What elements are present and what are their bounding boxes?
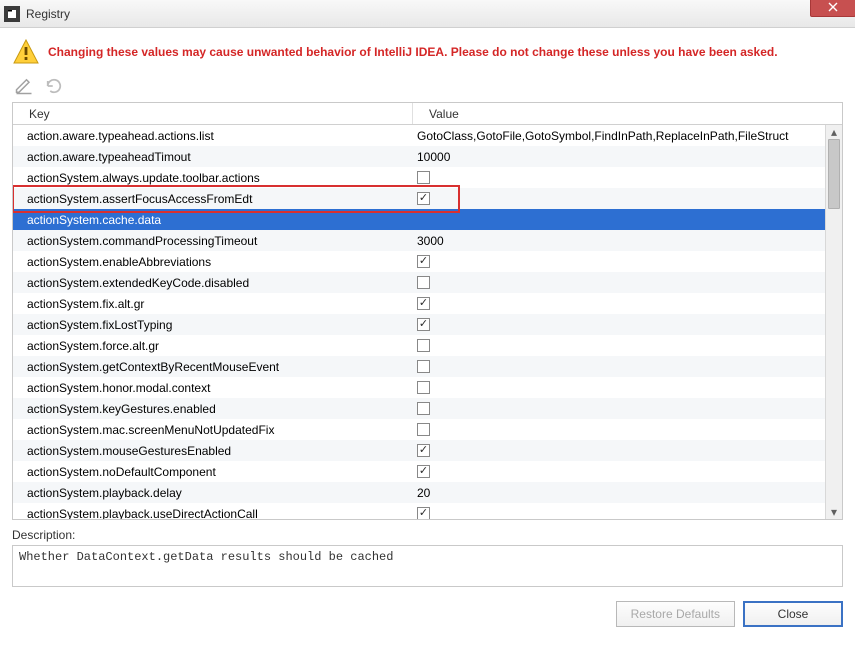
checkbox[interactable] [417,507,430,519]
table-row[interactable]: actionSystem.fixLostTyping [13,314,842,335]
column-key[interactable]: Key [13,103,413,124]
window-title: Registry [26,7,70,21]
scroll-up-icon[interactable]: ▴ [826,125,842,139]
cell-key: action.aware.typeaheadTimout [13,150,413,164]
description-box: Whether DataContext.getData results shou… [12,545,843,587]
close-button[interactable]: Close [743,601,843,627]
registry-table: Key Value action.aware.typeahead.actions… [12,102,843,520]
table-row[interactable]: actionSystem.commandProcessingTimeout300… [13,230,842,251]
table-row[interactable]: action.aware.typeahead.actions.listGotoC… [13,125,842,146]
cell-key: actionSystem.mac.screenMenuNotUpdatedFix [13,423,413,437]
table-row[interactable]: actionSystem.assertFocusAccessFromEdt [13,188,842,209]
checkbox[interactable] [417,318,430,331]
cell-value[interactable] [413,276,842,289]
cell-value[interactable] [413,444,842,457]
table-row[interactable]: actionSystem.force.alt.gr [13,335,842,356]
checkbox[interactable] [417,402,430,415]
checkbox[interactable] [417,339,430,352]
cell-value[interactable] [413,423,842,436]
table-row[interactable]: actionSystem.extendedKeyCode.disabled [13,272,842,293]
cell-value[interactable] [413,402,842,415]
cell-key: actionSystem.mouseGesturesEnabled [13,444,413,458]
cell-value[interactable] [413,297,842,310]
checkbox[interactable] [417,381,430,394]
scrollbar-thumb[interactable] [828,139,840,209]
table-row[interactable]: actionSystem.keyGestures.enabled [13,398,842,419]
checkbox[interactable] [417,360,430,373]
cell-key: actionSystem.cache.data [13,213,413,227]
dialog-body: Changing these values may cause unwanted… [0,28,855,664]
table-row[interactable]: actionSystem.playback.useDirectActionCal… [13,503,842,519]
undo-icon[interactable] [44,76,64,96]
cell-value[interactable]: GotoClass,GotoFile,GotoSymbol,FindInPath… [413,129,842,143]
column-value[interactable]: Value [413,103,842,124]
cell-value[interactable] [413,192,842,205]
cell-value[interactable] [413,360,842,373]
table-row[interactable]: actionSystem.playback.delay20 [13,482,842,503]
checkbox[interactable] [417,171,430,184]
cell-value[interactable] [413,339,842,352]
table-row[interactable]: actionSystem.getContextByRecentMouseEven… [13,356,842,377]
window-close-button[interactable] [810,0,855,17]
cell-key: actionSystem.noDefaultComponent [13,465,413,479]
cell-value[interactable] [413,318,842,331]
cell-key: actionSystem.enableAbbreviations [13,255,413,269]
table-rows: action.aware.typeahead.actions.listGotoC… [13,125,842,519]
cell-key: action.aware.typeahead.actions.list [13,129,413,143]
checkbox[interactable] [417,192,430,205]
description-label: Description: [12,528,843,542]
cell-key: actionSystem.assertFocusAccessFromEdt [13,192,413,206]
cell-key: actionSystem.honor.modal.context [13,381,413,395]
cell-key: actionSystem.fixLostTyping [13,318,413,332]
edit-icon[interactable] [14,76,34,96]
toolbar [12,74,843,102]
scroll-down-icon[interactable]: ▾ [826,505,842,519]
button-row: Restore Defaults Close [12,601,843,627]
table-row[interactable]: action.aware.typeaheadTimout10000 [13,146,842,167]
app-icon [4,6,20,22]
cell-key: actionSystem.extendedKeyCode.disabled [13,276,413,290]
cell-key: actionSystem.playback.delay [13,486,413,500]
checkbox[interactable] [417,423,430,436]
cell-value[interactable] [413,465,842,478]
checkbox[interactable] [417,444,430,457]
cell-key: actionSystem.fix.alt.gr [13,297,413,311]
checkbox[interactable] [417,465,430,478]
table-row[interactable]: actionSystem.fix.alt.gr [13,293,842,314]
table-row[interactable]: actionSystem.cache.data [13,209,842,230]
cell-value[interactable]: 10000 [413,150,842,164]
table-row[interactable]: actionSystem.noDefaultComponent [13,461,842,482]
cell-value[interactable]: 20 [413,486,842,500]
checkbox[interactable] [417,297,430,310]
table-row[interactable]: actionSystem.enableAbbreviations [13,251,842,272]
table-row[interactable]: actionSystem.honor.modal.context [13,377,842,398]
table-header: Key Value [13,103,842,125]
restore-defaults-button[interactable]: Restore Defaults [616,601,735,627]
cell-key: actionSystem.always.update.toolbar.actio… [13,171,413,185]
warning-row: Changing these values may cause unwanted… [12,38,843,66]
titlebar: Registry [0,0,855,28]
cell-key: actionSystem.force.alt.gr [13,339,413,353]
cell-value[interactable] [413,381,842,394]
cell-value[interactable] [413,507,842,519]
table-row[interactable]: actionSystem.mouseGesturesEnabled [13,440,842,461]
cell-value[interactable]: 3000 [413,234,842,248]
table-row[interactable]: actionSystem.always.update.toolbar.actio… [13,167,842,188]
warning-text: Changing these values may cause unwanted… [48,45,778,59]
cell-key: actionSystem.getContextByRecentMouseEven… [13,360,413,374]
checkbox[interactable] [417,255,430,268]
warning-icon [12,38,40,66]
cell-value[interactable] [413,171,842,184]
cell-value[interactable] [413,255,842,268]
checkbox[interactable] [417,276,430,289]
cell-key: actionSystem.commandProcessingTimeout [13,234,413,248]
cell-key: actionSystem.playback.useDirectActionCal… [13,507,413,520]
vertical-scrollbar[interactable]: ▴ ▾ [825,125,842,519]
cell-key: actionSystem.keyGestures.enabled [13,402,413,416]
table-row[interactable]: actionSystem.mac.screenMenuNotUpdatedFix [13,419,842,440]
